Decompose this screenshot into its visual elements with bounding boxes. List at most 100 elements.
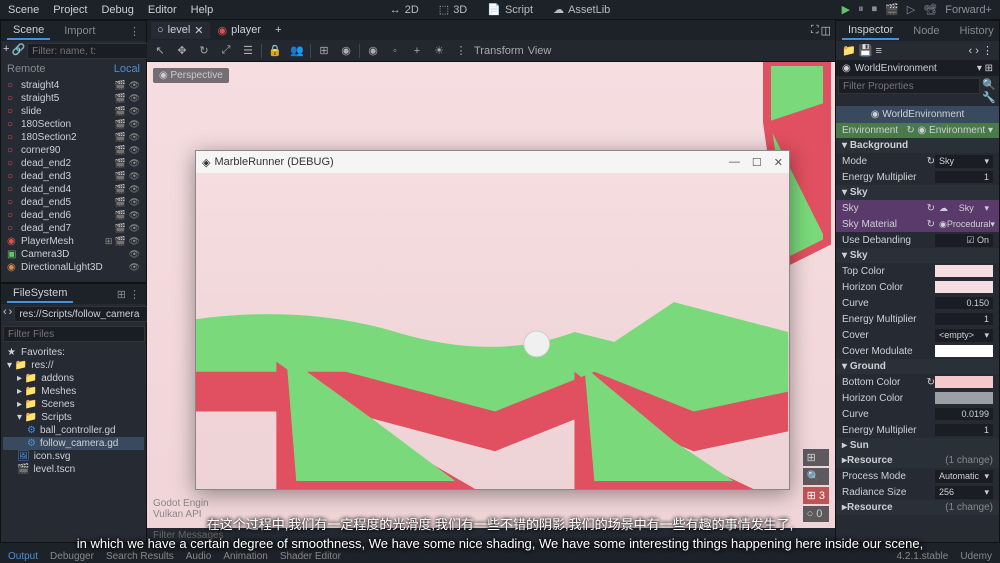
scene-menu-icon[interactable]: ⋮	[129, 25, 140, 38]
overlay-icon[interactable]: ⊞	[803, 449, 829, 466]
file[interactable]: ⚙ follow_camera.gd	[3, 437, 144, 450]
menu-project[interactable]: Project	[53, 4, 87, 16]
overlay-icon[interactable]: 🔍	[803, 468, 829, 485]
scene-tab[interactable]: Scene	[7, 22, 50, 40]
group-sky-sub[interactable]: ▾ Sky	[836, 248, 999, 263]
distraction-free-icon[interactable]: ◫	[821, 24, 831, 37]
inspector-tab[interactable]: Inspector	[842, 22, 899, 40]
energy-input[interactable]: 1	[935, 171, 993, 183]
menu-debug[interactable]: Debug	[101, 4, 133, 16]
folder[interactable]: ▾ 📁 Scripts	[3, 411, 144, 424]
output-tab[interactable]: Output	[8, 551, 38, 562]
folder[interactable]: ▸ 📁 Meshes	[3, 385, 144, 398]
snap-tool-icon[interactable]: ⊞	[315, 42, 333, 60]
expand-icon[interactable]: ⛶	[811, 24, 819, 37]
close-button[interactable]: ✕	[774, 156, 783, 169]
audio-tab[interactable]: Audio	[186, 551, 212, 562]
tree-node[interactable]: ○dead_end5🎬 👁	[3, 196, 144, 209]
tools-icon[interactable]: 🔍 🔧	[982, 78, 997, 104]
window-titlebar[interactable]: ◈ MarbleRunner (DEBUG) — ☐ ✕	[196, 151, 789, 173]
mode-script-button[interactable]: 📄 Script	[479, 1, 541, 18]
group-background[interactable]: ▾ Background	[836, 138, 999, 153]
menu-help[interactable]: Help	[191, 4, 214, 16]
tree-node[interactable]: ○dead_end7🎬 👁	[3, 222, 144, 235]
revert-icon[interactable]: ↻	[927, 219, 935, 230]
scale-tool-icon[interactable]: ⤢	[217, 42, 235, 60]
history-tab[interactable]: History	[954, 23, 1000, 39]
group-tool-icon[interactable]: 👥	[288, 42, 306, 60]
play-button[interactable]: ▶	[842, 3, 850, 16]
move-tool-icon[interactable]: ✥	[173, 42, 191, 60]
mode-dropdown[interactable]: Sky▾	[935, 155, 993, 168]
tool-icon[interactable]: ◉	[364, 42, 382, 60]
tree-node[interactable]: ○slide🎬 👁	[3, 105, 144, 118]
overlay-icon[interactable]: ○ 0	[803, 506, 829, 522]
file[interactable]: 🎬 level.tscn	[3, 463, 144, 476]
tree-node[interactable]: ○180Section2🎬 👁	[3, 131, 144, 144]
view-menu[interactable]: View	[528, 45, 552, 57]
maximize-button[interactable]: ☐	[752, 156, 762, 169]
dropdown-icon[interactable]: ▾ ⊞	[977, 63, 993, 74]
list-tool-icon[interactable]: ☰	[239, 42, 257, 60]
color-swatch[interactable]	[935, 376, 993, 388]
tree-node[interactable]: ○dead_end2🎬 👁	[3, 157, 144, 170]
tree-node[interactable]: ○corner90🎬 👁	[3, 144, 144, 157]
process-dropdown[interactable]: Automatic▾	[935, 470, 993, 483]
tree-node[interactable]: ▣Camera3D👁	[3, 248, 144, 261]
renderer-dropdown[interactable]: Forward+	[945, 4, 992, 16]
game-viewport[interactable]	[196, 173, 789, 489]
stop-button[interactable]: ⏹	[872, 3, 878, 16]
folder-root[interactable]: ▾ 📁 res://	[3, 359, 144, 372]
fwd-icon[interactable]: ›	[9, 306, 13, 322]
em-input[interactable]: 1	[935, 313, 993, 325]
play-scene-button[interactable]: 🎬	[885, 3, 899, 16]
curve-input[interactable]: 0.150	[935, 297, 993, 309]
minimize-button[interactable]: —	[729, 156, 740, 169]
debugger-tab[interactable]: Debugger	[50, 551, 94, 562]
path-input[interactable]	[14, 306, 156, 322]
color-swatch[interactable]	[935, 345, 993, 357]
group-ground[interactable]: ▾ Ground	[836, 359, 999, 374]
mode-2d-button[interactable]: ↔ 2D	[382, 1, 427, 18]
curve2-input[interactable]: 0.0199	[935, 408, 993, 420]
file[interactable]: 🖼 icon.svg	[3, 450, 144, 463]
filesystem-tab[interactable]: FileSystem	[7, 285, 73, 303]
color-swatch[interactable]	[935, 281, 993, 293]
group-sun[interactable]: ▸ Sun	[836, 438, 999, 453]
animation-tab[interactable]: Animation	[223, 551, 267, 562]
select-tool-icon[interactable]: ↖	[151, 42, 169, 60]
back-icon[interactable]: ‹	[3, 306, 7, 322]
tree-node[interactable]: ○dead_end3🎬 👁	[3, 170, 144, 183]
sky-dropdown[interactable]: ☁ Sky ▾	[935, 202, 993, 215]
split-icon[interactable]: ⊞ ⋮	[117, 288, 140, 301]
add-scene-button[interactable]: +	[269, 22, 287, 38]
debanding-toggle[interactable]: ☑ On	[935, 234, 993, 247]
mode-assetlib-button[interactable]: ☁ AssetLib	[545, 1, 618, 18]
revert-icon[interactable]: ↻	[927, 156, 935, 167]
radiance-dropdown[interactable]: 256▾	[935, 486, 993, 499]
tree-node[interactable]: ◉DirectionalLight3D👁	[3, 261, 144, 274]
movie-button[interactable]: 📽	[923, 3, 937, 16]
mode-3d-button[interactable]: ⬚ 3D	[431, 1, 475, 18]
tree-node[interactable]: ○dead_end4🎬 👁	[3, 183, 144, 196]
sun-tool-icon[interactable]: ☀	[430, 42, 448, 60]
em3-input[interactable]: 1	[935, 424, 993, 436]
cover-dropdown[interactable]: <empty>▾	[935, 329, 993, 342]
folder[interactable]: ▸ 📁 addons	[3, 372, 144, 385]
skymat-dropdown[interactable]: ◉ Procedural ▾	[935, 218, 993, 231]
tree-node[interactable]: ◉PlayerMesh⊞ 🎬 👁	[3, 235, 144, 248]
remote-tab[interactable]: Remote	[7, 63, 46, 75]
inspector-filter[interactable]	[838, 78, 980, 94]
group-resource[interactable]: ▸ Resource(1 change)	[836, 453, 999, 468]
tree-node[interactable]: ○180Section🎬 👁	[3, 118, 144, 131]
pause-button[interactable]: ⏸	[858, 3, 864, 16]
revert-icon[interactable]: ↻	[927, 377, 935, 388]
add-node-icon[interactable]: +	[3, 43, 9, 59]
play-custom-button[interactable]: ▷	[907, 3, 915, 16]
tree-node[interactable]: ○straight4🎬 👁	[3, 79, 144, 92]
tool-icon[interactable]: +	[408, 42, 426, 60]
local-tab[interactable]: Local	[114, 63, 140, 75]
link-icon[interactable]: 🔗	[11, 43, 25, 59]
rotate-tool-icon[interactable]: ↻	[195, 42, 213, 60]
env-banner[interactable]: Environment↻ ◉ Environment ▾	[836, 123, 999, 138]
